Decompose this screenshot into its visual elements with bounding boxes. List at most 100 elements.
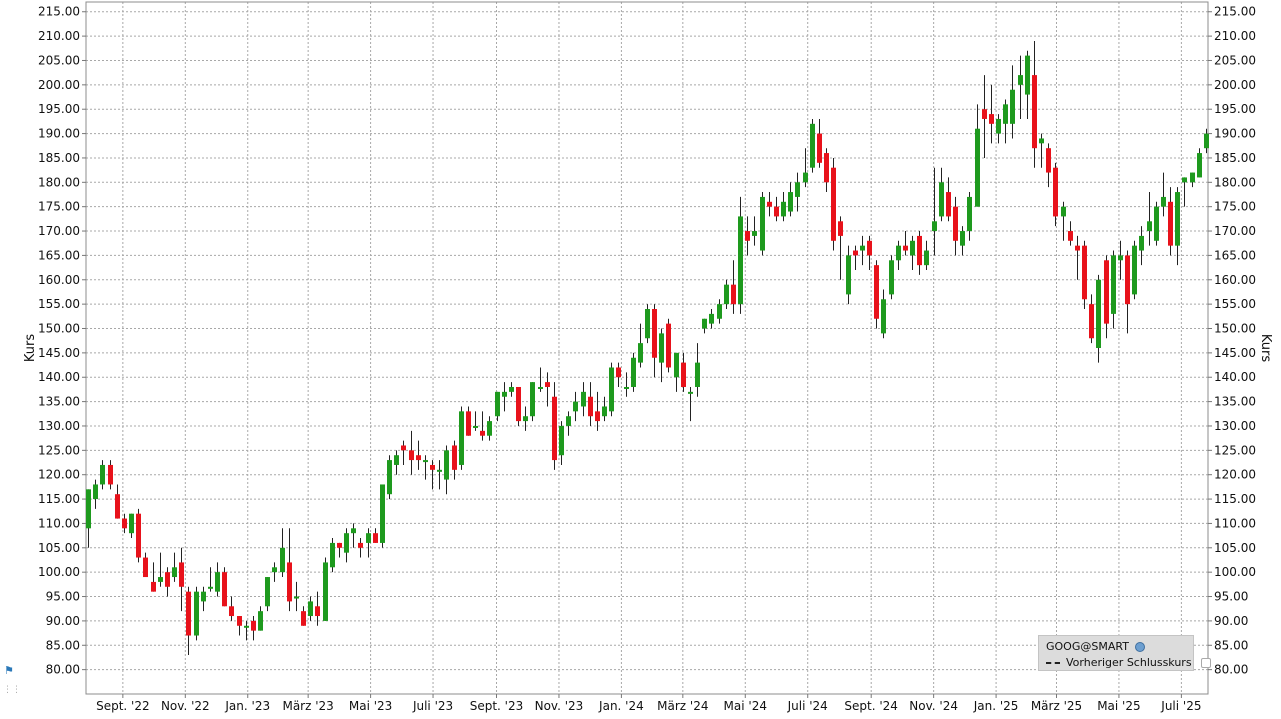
candle-body <box>165 572 170 587</box>
candle-body <box>401 445 406 451</box>
candle-body <box>1147 221 1152 232</box>
y-tick-label-left: 85.00 <box>46 638 80 652</box>
candle-body <box>559 425 564 456</box>
candle-body <box>1068 231 1073 241</box>
y-tick-label-right: 190.00 <box>1214 127 1256 141</box>
y-tick-label-right: 165.00 <box>1214 248 1256 262</box>
candle-body <box>581 391 586 407</box>
candle <box>752 216 757 246</box>
candle <box>552 382 557 470</box>
candle-body <box>760 196 765 251</box>
candle <box>781 192 786 222</box>
candle-body <box>652 309 657 358</box>
candle-body <box>337 542 342 548</box>
candle <box>373 528 378 543</box>
candle <box>444 445 449 495</box>
candle <box>624 372 629 397</box>
y-axis-left: 80.00 85.00 90.00 95.00 100.00 105.00 110.00 11… <box>38 5 86 677</box>
resize-grip-icon[interactable]: ⋮⋮ <box>3 685 21 695</box>
candle <box>1039 133 1044 168</box>
y-tick-label-right: 130.00 <box>1214 419 1256 433</box>
candle <box>1082 240 1087 310</box>
candle <box>953 196 958 256</box>
candle-body <box>437 469 442 472</box>
candle-body <box>702 318 707 329</box>
y-tick-label-left: 120.00 <box>38 468 80 482</box>
candle-body <box>1032 75 1037 149</box>
candle <box>838 216 843 280</box>
y-tick-label-left: 140.00 <box>38 370 80 384</box>
candle-body <box>688 391 693 394</box>
candle-body <box>1061 206 1066 217</box>
candle-body <box>1096 279 1101 348</box>
y-tick-label-right: 200.00 <box>1214 78 1256 92</box>
candle <box>387 455 392 500</box>
candle <box>681 352 686 392</box>
visibility-checkbox[interactable] <box>1200 657 1211 668</box>
candle-body <box>366 533 371 543</box>
candle-body <box>903 245 908 251</box>
candle <box>1175 187 1180 266</box>
candle <box>229 596 234 621</box>
candle <box>287 528 292 612</box>
candle <box>960 226 965 256</box>
candle <box>495 391 500 422</box>
x-tick-label: Mai '25 <box>1097 699 1140 713</box>
candle <box>702 318 707 334</box>
legend-symbol-row[interactable]: GOOG@SMART <box>1046 640 1145 653</box>
y-tick-label-left: 170.00 <box>38 224 80 238</box>
chart-tools-icon[interactable]: ⚑ <box>4 665 14 676</box>
candle <box>609 362 614 417</box>
candle-body <box>745 231 750 241</box>
y-tick-label-right: 85.00 <box>1214 638 1248 652</box>
candle-body <box>265 577 270 607</box>
candle <box>989 84 994 144</box>
candle-body <box>287 562 292 602</box>
candle <box>115 484 120 519</box>
y-tick-label-right: 135.00 <box>1214 395 1256 409</box>
candle-body <box>609 367 614 412</box>
candle-body <box>1039 138 1044 144</box>
x-tick-label: März '24 <box>657 699 708 713</box>
candle <box>158 552 163 587</box>
candle-body <box>315 606 320 617</box>
candle-body <box>509 386 514 392</box>
candle-body <box>237 616 242 626</box>
candle <box>1111 250 1116 329</box>
candle <box>631 352 636 392</box>
y-tick-label-right: 205.00 <box>1214 53 1256 67</box>
candle <box>666 318 671 373</box>
candle <box>351 523 356 548</box>
candle-body <box>1003 104 1008 124</box>
candle <box>401 440 406 465</box>
candle <box>788 182 793 217</box>
candle <box>237 616 242 636</box>
candle-body <box>1082 245 1087 300</box>
candle-body <box>280 547 285 573</box>
candle <box>724 279 729 310</box>
candle <box>100 460 105 490</box>
x-tick-label: Nov. '24 <box>909 699 958 713</box>
candle <box>1089 294 1094 344</box>
candle-body <box>1168 201 1173 246</box>
candle <box>917 231 922 275</box>
legend-previous-close-row[interactable]: Vorheriger Schlusskurs <box>1046 656 1211 669</box>
y-tick-label-left: 200.00 <box>38 78 80 92</box>
y-tick-label-right: 120.00 <box>1214 468 1256 482</box>
candle-body <box>151 581 156 592</box>
candle <box>595 391 600 431</box>
candle-body <box>115 494 120 519</box>
candle-body <box>896 245 901 261</box>
y-tick-label-left: 210.00 <box>38 29 80 43</box>
settings-icon[interactable] <box>1134 641 1145 652</box>
candle-body <box>738 216 743 305</box>
candle-body <box>1089 304 1094 339</box>
candle <box>337 542 342 558</box>
candle-body <box>717 304 722 319</box>
candle-body <box>932 221 937 232</box>
candle-body <box>953 206 958 241</box>
candle-body <box>244 625 249 628</box>
candle <box>1025 50 1030 119</box>
candle <box>258 606 263 631</box>
candle-body <box>817 133 822 163</box>
